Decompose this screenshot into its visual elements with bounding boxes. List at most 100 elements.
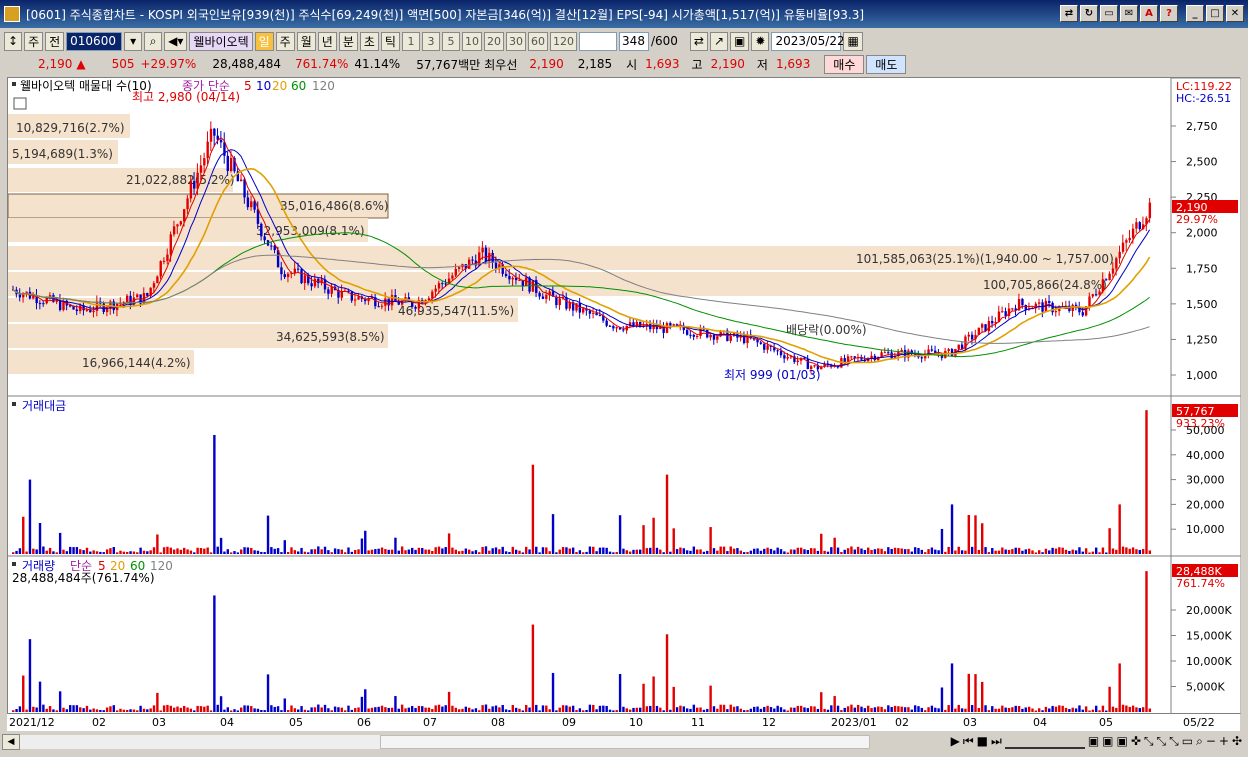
slider-icon[interactable] — [1004, 734, 1085, 749]
volume-bar — [749, 708, 753, 712]
period-week[interactable]: 주 — [275, 31, 295, 51]
layout-icon[interactable]: ▭ — [1182, 734, 1193, 749]
period-minute[interactable]: 분 — [338, 31, 358, 51]
interval-30[interactable]: 30 — [505, 31, 526, 51]
mode-select[interactable]: 주 — [24, 31, 44, 51]
maximize-button[interactable]: □ — [1206, 5, 1224, 22]
scroll-thumb[interactable] — [380, 735, 870, 749]
scroll-left-icon[interactable]: ◀ — [2, 734, 20, 750]
volume-bar — [474, 708, 478, 712]
chart-area[interactable]: 10,829,716(2.7%) 5,194,689(1.3%) 21,022,… — [7, 77, 1242, 715]
zoom-icon[interactable]: ⌕ — [1196, 734, 1203, 749]
settings-icon[interactable]: ✹ — [751, 31, 770, 51]
low-label: 저 — [756, 57, 768, 72]
amount-bar — [880, 548, 883, 554]
period-day[interactable]: 일 — [254, 31, 274, 51]
window-icon[interactable]: ▭ — [1100, 5, 1118, 22]
period-month[interactable]: 월 — [296, 31, 316, 51]
chart-canvas[interactable]: 10,829,716(2.7%) 5,194,689(1.3%) 21,022,… — [7, 77, 1242, 715]
scrollbar[interactable]: ◀ ▶ ⏮ ■ ⏭ ▣ ▣ ▣ ✜ ⤡ ⤡ ⤡ ▭ ⌕ − + ✣ — [0, 733, 1248, 751]
candle — [504, 273, 508, 277]
cursor-icon[interactable]: ↕ — [4, 31, 23, 51]
amount-bar — [977, 549, 981, 554]
date-input[interactable]: 2023/05/22 — [771, 31, 845, 51]
view-icon-1[interactable]: ▣ — [1088, 734, 1099, 749]
buy-button[interactable]: 매수 — [824, 54, 865, 74]
candle — [179, 221, 183, 225]
view-icon-2[interactable]: ▣ — [1102, 734, 1113, 749]
amount-bar — [816, 550, 820, 554]
calendar-icon[interactable]: ▦ — [843, 31, 863, 51]
volume-bar — [394, 696, 397, 712]
interval-60[interactable]: 60 — [527, 31, 548, 51]
zoom-out-icon[interactable]: − — [1206, 734, 1216, 749]
prev-button[interactable]: 전 — [45, 31, 65, 51]
draw-icon-2[interactable]: ⤡ — [1157, 734, 1167, 749]
volume-bar — [48, 706, 52, 712]
view-icon-3[interactable]: ▣ — [1117, 734, 1128, 749]
volume-bar — [213, 595, 216, 712]
interval-5[interactable]: 5 — [441, 31, 460, 51]
amount-bar — [364, 530, 367, 554]
minimize-button[interactable]: _ — [1186, 5, 1204, 22]
y-tick-label: 1,750 — [1186, 262, 1218, 275]
interval-3[interactable]: 3 — [421, 31, 440, 51]
volume-bar — [511, 705, 514, 712]
count-input[interactable]: 348 — [618, 31, 649, 51]
period-tick[interactable]: 틱 — [380, 31, 400, 51]
refresh-icon[interactable]: ↻ — [1080, 5, 1098, 22]
zoom-in-icon[interactable]: + — [1219, 734, 1229, 749]
search-icon[interactable]: ⌕ — [144, 31, 163, 51]
stock-name[interactable]: 웰바이오텍 — [189, 31, 253, 51]
high-label: 고 — [691, 57, 703, 72]
skip-back-icon[interactable]: ⏮ — [963, 734, 974, 749]
amount-bar — [1148, 550, 1152, 554]
speaker-icon[interactable]: ◀▾ — [164, 31, 188, 51]
amount-bar — [1054, 548, 1058, 554]
chart-tool-icon[interactable]: ↗ — [709, 31, 729, 51]
link-icon[interactable]: ⇄ — [1060, 5, 1078, 22]
amount-bar — [712, 548, 716, 554]
play-icon[interactable]: ▶ — [951, 734, 960, 749]
volume-value-note: 28,488,484주(761.74%) — [12, 571, 155, 585]
candle — [608, 325, 612, 327]
volume-bar — [229, 710, 233, 712]
table-icon[interactable] — [13, 97, 27, 110]
current-price: 2,190 — [38, 57, 73, 71]
vp-label: 34,625,593(8.5%) — [276, 330, 385, 344]
period-year[interactable]: 년 — [317, 31, 337, 51]
custom-interval-input[interactable] — [578, 31, 617, 51]
code-dropdown-icon[interactable]: ▾ — [124, 31, 143, 51]
interval-1[interactable]: 1 — [401, 31, 420, 51]
pan-icon[interactable]: ✣ — [1232, 734, 1242, 749]
stock-code-input[interactable]: 010600 — [66, 31, 123, 51]
close-button[interactable]: ✕ — [1226, 5, 1244, 22]
font-icon[interactable]: A — [1140, 5, 1158, 22]
amount-bar — [417, 547, 421, 554]
draw-icon-1[interactable]: ⤡ — [1144, 734, 1154, 749]
candle — [434, 288, 437, 292]
draw-icon-3[interactable]: ⤡ — [1169, 734, 1179, 749]
interval-120[interactable]: 120 — [549, 31, 577, 51]
interval-10[interactable]: 10 — [461, 31, 482, 51]
volume-bar — [843, 707, 846, 712]
volume-bar — [699, 707, 702, 712]
x-tick-label: 04 — [220, 716, 234, 729]
amount-bar — [920, 549, 924, 554]
amount-bar — [1061, 547, 1064, 554]
save-icon[interactable]: ▣ — [730, 31, 750, 51]
crosshair-icon[interactable]: ✜ — [1131, 734, 1141, 749]
arrow-icon[interactable]: ⇄ — [689, 31, 708, 51]
help-icon[interactable]: ? — [1160, 5, 1178, 22]
interval-20[interactable]: 20 — [483, 31, 504, 51]
mail-icon[interactable]: ✉ — [1120, 5, 1138, 22]
sell-button[interactable]: 매도 — [866, 54, 907, 74]
skip-forward-icon[interactable]: ⏭ — [991, 734, 1002, 749]
stop-icon[interactable]: ■ — [977, 734, 988, 749]
period-second[interactable]: 초 — [359, 31, 379, 51]
candle — [545, 294, 548, 299]
y-tick-label: 2,000 — [1186, 227, 1218, 240]
amount-bar — [35, 549, 38, 554]
amount-bar — [444, 547, 447, 554]
amount-bar — [52, 551, 55, 554]
